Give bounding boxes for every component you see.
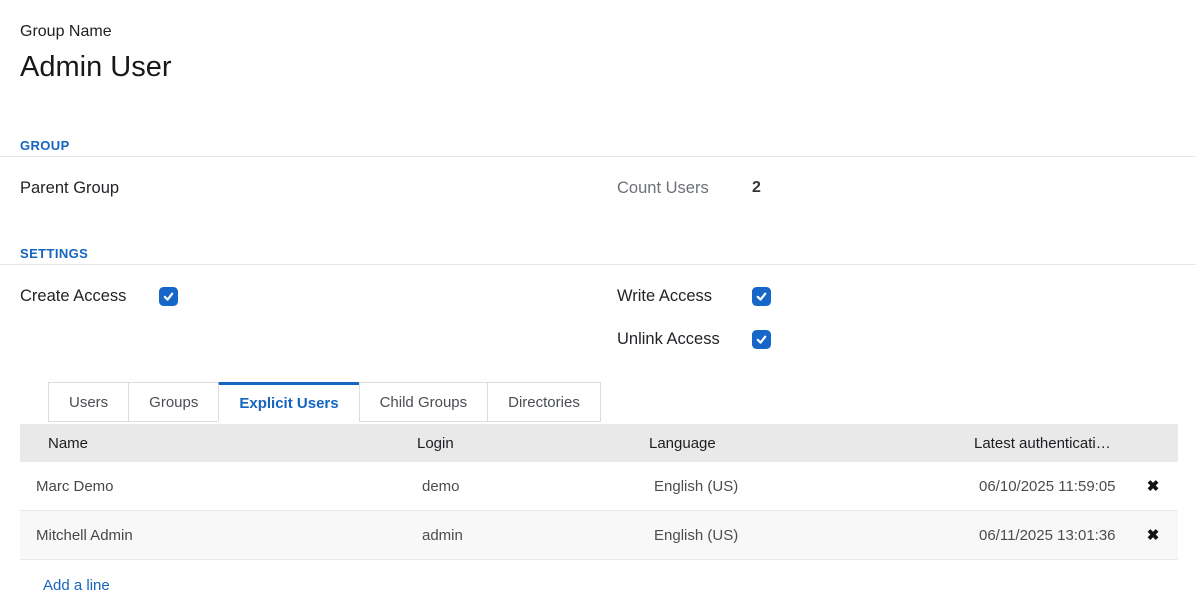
- tab-groups[interactable]: Groups: [128, 382, 219, 422]
- count-users-value: 2: [752, 179, 761, 197]
- tab-explicit-users[interactable]: Explicit Users: [218, 382, 359, 422]
- column-header-latest-authentication[interactable]: Latest authenticati…: [973, 435, 1128, 452]
- count-users-field-row: Count Users 2: [617, 170, 1180, 206]
- cell-actions: ✖: [1128, 478, 1178, 495]
- tab-child-groups[interactable]: Child Groups: [359, 382, 489, 422]
- column-header-language[interactable]: Language: [648, 435, 973, 452]
- check-icon: [755, 333, 768, 346]
- cell-name: Marc Demo: [20, 478, 416, 495]
- cell-latest-authentication: 06/10/2025 11:59:05: [973, 478, 1128, 495]
- group-section-title: GROUP: [20, 138, 1180, 154]
- group-name-label: Group Name: [20, 22, 1180, 42]
- title-block: Group Name Admin User: [0, 0, 1200, 84]
- settings-section-title: SETTINGS: [20, 246, 1180, 262]
- check-icon: [755, 290, 768, 303]
- parent-group-field-row: Parent Group: [20, 170, 617, 206]
- column-header-name[interactable]: Name: [20, 435, 416, 452]
- notebook-tabs: Users Groups Explicit Users Child Groups…: [48, 382, 1180, 422]
- write-access-checkbox[interactable]: [752, 287, 771, 306]
- table-header-row: Name Login Language Latest authenticati…: [20, 424, 1178, 462]
- add-a-line-link[interactable]: Add a line: [43, 577, 110, 594]
- delete-row-icon[interactable]: ✖: [1147, 528, 1160, 543]
- group-section: Parent Group Count Users 2: [0, 157, 1200, 206]
- tab-directories[interactable]: Directories: [487, 382, 601, 422]
- check-icon: [162, 290, 175, 303]
- unlink-access-checkbox[interactable]: [752, 330, 771, 349]
- unlink-access-label: Unlink Access: [617, 330, 752, 349]
- explicit-users-table: Name Login Language Latest authenticati……: [20, 424, 1178, 594]
- table-row[interactable]: Marc Demo demo English (US) 06/10/2025 1…: [20, 462, 1178, 511]
- page-title[interactable]: Admin User: [20, 50, 1180, 84]
- create-access-field-row: Create Access: [20, 278, 617, 314]
- cell-language: English (US): [648, 478, 973, 495]
- unlink-access-field-row: Unlink Access: [617, 321, 1180, 357]
- count-users-label: Count Users: [617, 179, 752, 198]
- write-access-field-row: Write Access: [617, 278, 1180, 314]
- delete-row-icon[interactable]: ✖: [1147, 479, 1160, 494]
- cell-language: English (US): [648, 527, 973, 544]
- create-access-checkbox[interactable]: [159, 287, 178, 306]
- tab-users[interactable]: Users: [48, 382, 129, 422]
- parent-group-input[interactable]: [159, 176, 617, 200]
- cell-login: admin: [416, 527, 648, 544]
- cell-login: demo: [416, 478, 648, 495]
- parent-group-label: Parent Group: [20, 179, 159, 198]
- cell-name: Mitchell Admin: [20, 527, 416, 544]
- create-access-label: Create Access: [20, 287, 159, 306]
- cell-actions: ✖: [1128, 527, 1178, 544]
- add-line-row: Add a line: [20, 560, 1178, 594]
- table-row[interactable]: Mitchell Admin admin English (US) 06/11/…: [20, 511, 1178, 560]
- write-access-label: Write Access: [617, 287, 752, 306]
- cell-latest-authentication: 06/11/2025 13:01:36: [973, 527, 1128, 544]
- column-header-login[interactable]: Login: [416, 435, 648, 452]
- settings-section: Create Access Write Access Unlink Access: [0, 265, 1200, 357]
